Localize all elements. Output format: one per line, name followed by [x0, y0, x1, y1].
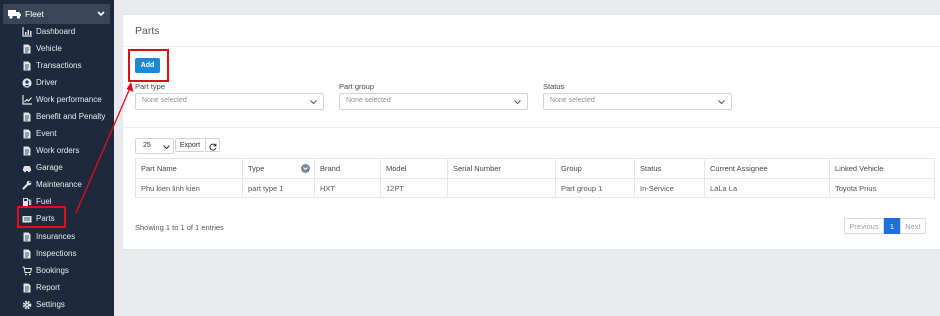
annotation-arrow — [75, 82, 134, 214]
